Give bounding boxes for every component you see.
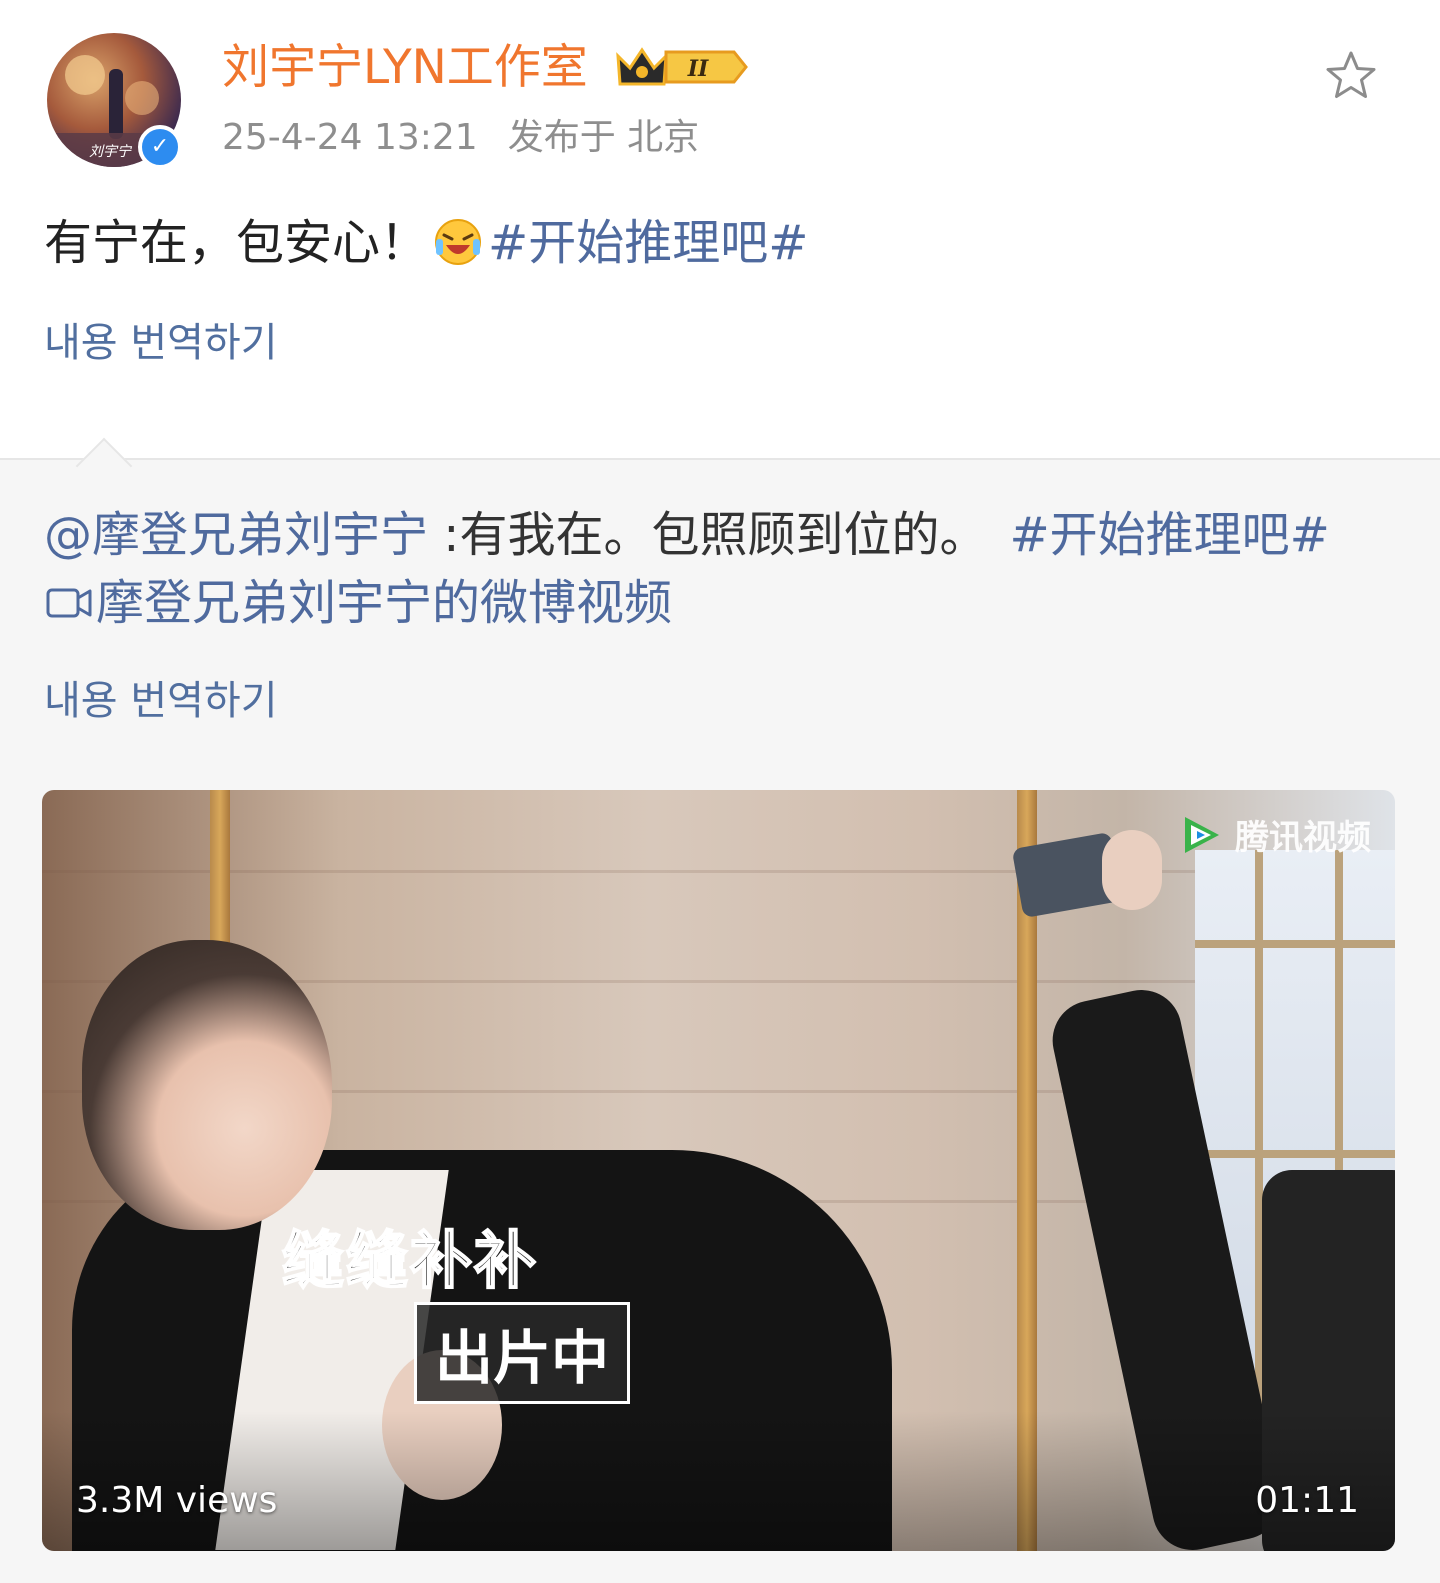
location-text: 发布于 北京 xyxy=(507,117,700,158)
video-link-label: 摩登兄弟刘宇宁的微博视频 xyxy=(96,575,673,631)
laughing-face-emoji-icon xyxy=(435,219,482,265)
author-name[interactable]: 刘宇宁LYN工作室 xyxy=(222,38,588,98)
verified-icon: ✓ xyxy=(138,125,182,169)
tencent-video-icon xyxy=(1185,816,1219,853)
post-timestamp: 25-4-24 13:21 发布于 北京 xyxy=(222,115,699,161)
crown-badge-icon[interactable]: II xyxy=(614,42,750,92)
video-duration: 01:11 xyxy=(1255,1480,1359,1521)
repost-translate-button[interactable]: 내용 번역하기 xyxy=(44,676,278,726)
translate-button[interactable]: 내용 번역하기 xyxy=(44,318,278,368)
favorite-star-icon[interactable] xyxy=(1322,48,1380,106)
video-camera-icon xyxy=(46,588,92,618)
view-count: 3.3M views xyxy=(76,1480,278,1521)
repost-hashtag[interactable]: #开始推理吧# xyxy=(1009,507,1329,563)
repost-text: @摩登兄弟刘宇宁 :有我在。包照顾到位的。 #开始推理吧# xyxy=(44,504,1330,566)
post-body: 有宁在，包安心！ xyxy=(44,215,429,271)
watermark-text: 腾讯视频 xyxy=(1235,818,1371,858)
tencent-video-watermark: 腾讯视频 xyxy=(1177,810,1371,859)
timestamp-text: 25-4-24 13:21 xyxy=(222,117,478,158)
repost-body: :有我在。包照顾到位的。 xyxy=(428,507,988,563)
video-player[interactable]: 缝缝补补 出片中 腾讯视频 3.3M views 01:11 xyxy=(42,790,1395,1551)
video-caption-secondary: 出片中 xyxy=(414,1302,631,1404)
video-caption-primary: 缝缝补补 xyxy=(281,1223,539,1298)
post-hashtag[interactable]: #开始推理吧# xyxy=(488,215,808,271)
video-link[interactable]: 摩登兄弟刘宇宁的微博视频 xyxy=(44,572,672,634)
mention-link[interactable]: @摩登兄弟刘宇宁 xyxy=(44,507,428,563)
post-text: 有宁在，包安心！ #开始推理吧# xyxy=(44,212,808,274)
member-level-text: II xyxy=(687,56,709,82)
